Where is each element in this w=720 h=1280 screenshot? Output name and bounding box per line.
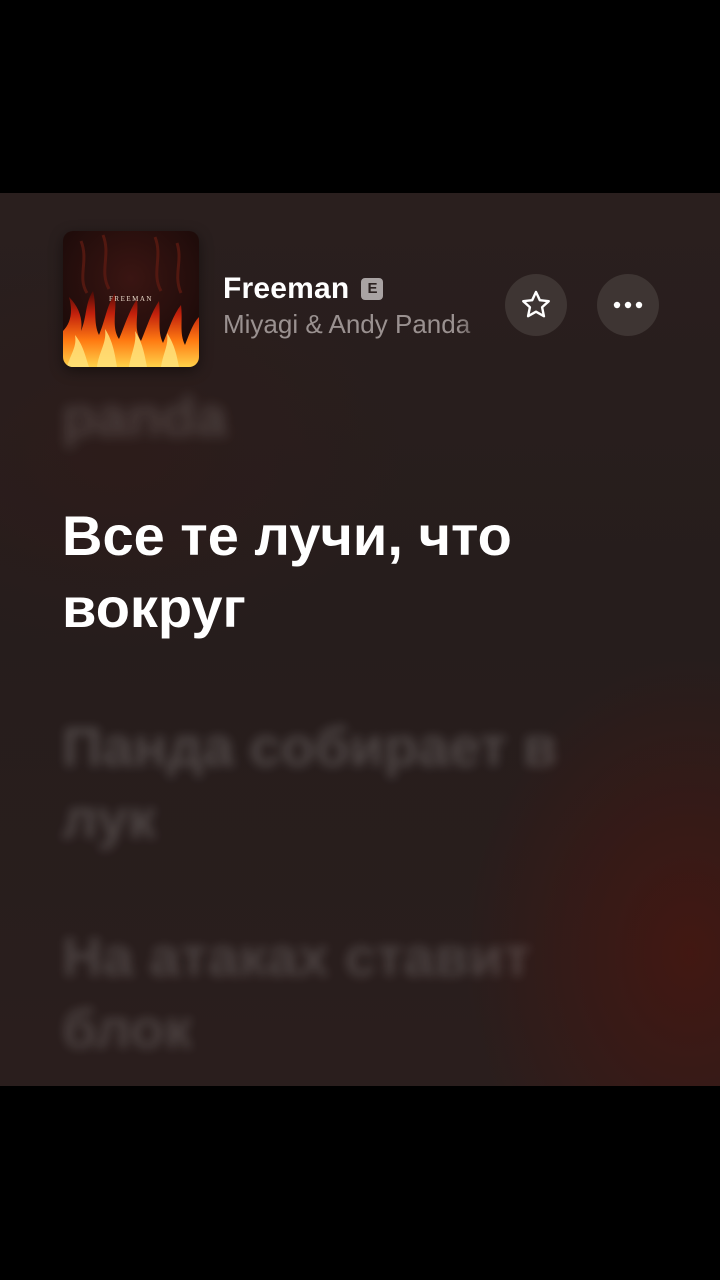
lyric-line-current[interactable]: Все те лучи, что вокруг xyxy=(62,500,622,644)
now-playing-header: FREEMAN Freeman E Miyagi & Andy Panda xyxy=(0,193,720,383)
more-options-button[interactable] xyxy=(597,274,659,336)
track-artist[interactable]: Miyagi & Andy Panda xyxy=(223,309,498,340)
track-info[interactable]: Freeman E Miyagi & Andy Panda xyxy=(223,271,498,340)
ellipsis-icon xyxy=(613,301,643,309)
fire-artwork-image: FREEMAN xyxy=(63,231,199,367)
track-title: Freeman xyxy=(223,272,350,305)
lyric-line-next[interactable]: На атаках ставит блок xyxy=(62,921,622,1065)
album-artwork[interactable]: FREEMAN xyxy=(63,231,199,367)
favorite-button[interactable] xyxy=(505,274,567,336)
star-icon xyxy=(522,290,550,318)
lyric-line-previous[interactable]: panda xyxy=(62,381,227,453)
lyric-line-next[interactable]: Панда собирает в лук xyxy=(62,711,622,855)
explicit-badge: E xyxy=(361,278,384,300)
artwork-caption: FREEMAN xyxy=(109,295,153,303)
lyrics-screen: panda Все те лучи, что вокруг Панда соби… xyxy=(0,193,720,1086)
